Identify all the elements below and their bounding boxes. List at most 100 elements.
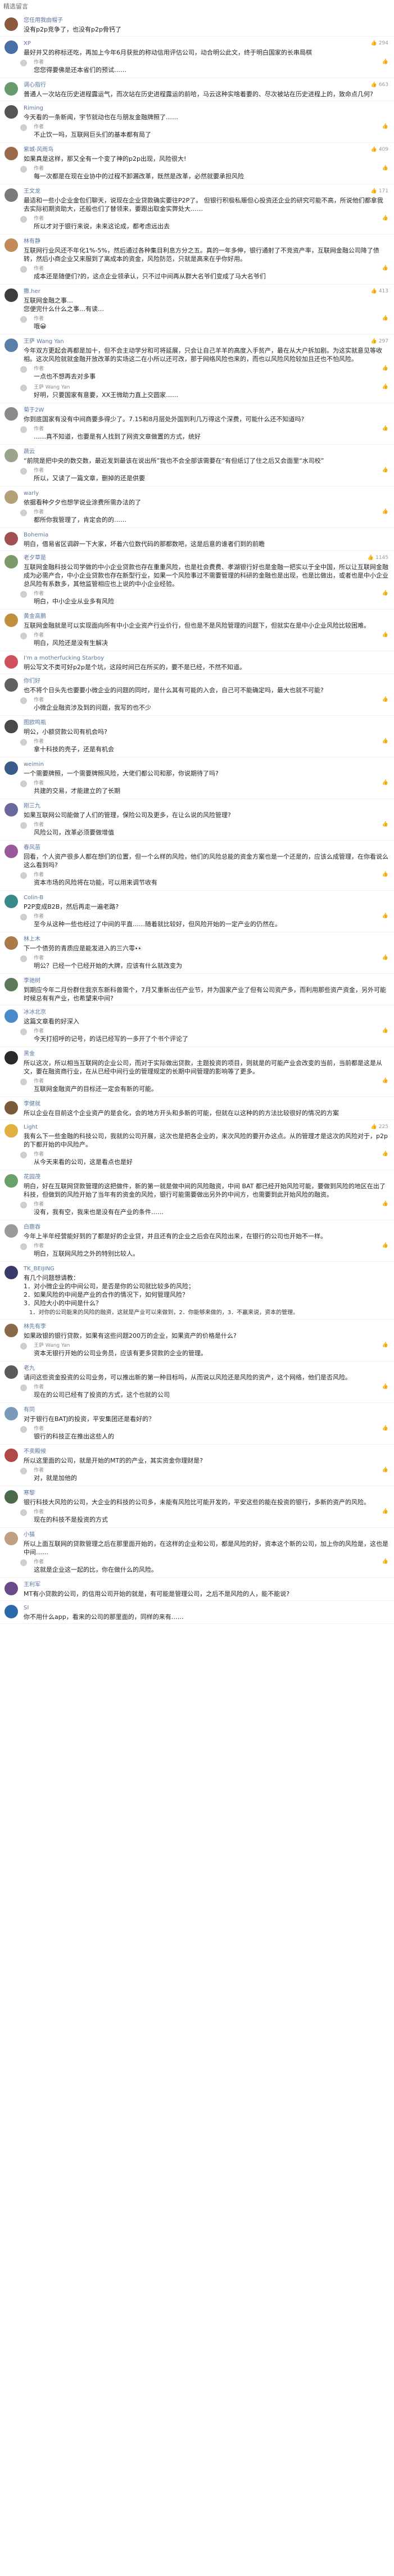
reply-author[interactable]: 作者 [34, 697, 388, 703]
avatar[interactable] [4, 1490, 18, 1504]
reply-author[interactable]: 作者 [34, 59, 388, 66]
avatar[interactable] [4, 188, 18, 202]
avatar[interactable] [4, 490, 18, 504]
reply-author[interactable]: 作者 [34, 1243, 388, 1249]
reply-like-icon[interactable]: 👍 [382, 872, 388, 877]
reply-author[interactable]: 作者 [34, 1201, 388, 1208]
avatar[interactable] [4, 407, 18, 421]
reply-like-icon[interactable]: 👍 [382, 1151, 388, 1157]
avatar[interactable] [4, 1009, 18, 1023]
avatar[interactable] [4, 655, 18, 669]
avatar[interactable] [4, 147, 18, 160]
reply-author[interactable]: 作者 [34, 1078, 388, 1085]
reply-like-icon[interactable]: 👍 [382, 426, 388, 431]
commenter-name[interactable]: 林上木 [24, 936, 388, 943]
reply-like-icon[interactable]: 👍 [382, 1509, 388, 1514]
reply-author[interactable]: 王萨 Wang Yan [34, 384, 388, 391]
reply-like-icon[interactable]: 👍 [382, 738, 388, 744]
reply-like-icon[interactable]: 👍 [382, 1559, 388, 1564]
reply-author[interactable]: 作者 [34, 632, 388, 639]
commenter-name[interactable]: 黑金 [24, 1050, 388, 1058]
avatar[interactable] [4, 720, 18, 733]
commenter-name[interactable]: Light [24, 1124, 388, 1131]
avatar[interactable] [4, 1605, 18, 1618]
reply-like-icon[interactable]: 👍 [382, 265, 388, 271]
reply-author[interactable]: 作者 [34, 872, 388, 878]
reply-like-icon[interactable]: 👍 [382, 1028, 388, 1034]
avatar[interactable] [4, 1324, 18, 1337]
reply-like-icon[interactable]: 👍 [382, 1384, 388, 1389]
commenter-name[interactable]: 老九 [24, 1365, 388, 1372]
commenter-name[interactable]: 李驰树 [24, 977, 388, 985]
reply-author[interactable]: 作者 [34, 1559, 388, 1566]
commenter-name[interactable]: 你们好 [24, 678, 388, 685]
commenter-name[interactable]: 刚三九 [24, 802, 388, 810]
avatar[interactable] [4, 82, 18, 96]
avatar[interactable] [4, 532, 18, 545]
commenter-name[interactable]: SI [24, 1604, 388, 1612]
commenter-name[interactable]: 图欧鸣瓶 [24, 719, 388, 727]
reply-author[interactable]: 作者 [34, 955, 388, 962]
commenter-name[interactable]: TK_BEIJING [24, 1265, 388, 1273]
reply-like-icon[interactable]: 👍 [382, 467, 388, 473]
avatar[interactable] [4, 678, 18, 692]
reply-like-icon[interactable]: 👍 [382, 632, 388, 638]
avatar[interactable] [4, 613, 18, 627]
avatar[interactable] [4, 1174, 18, 1188]
avatar[interactable] [4, 803, 18, 816]
avatar[interactable] [4, 1266, 18, 1279]
commenter-name[interactable]: 春风苗 [24, 844, 388, 851]
commenter-name[interactable]: 王萨 Wang Yan [24, 338, 388, 345]
reply-like-icon[interactable]: 👍 [382, 124, 388, 129]
avatar[interactable] [4, 1449, 18, 1462]
commenter-name[interactable]: 蔬云 [24, 448, 388, 455]
avatar[interactable] [4, 895, 18, 908]
commenter-name[interactable]: 调心指行 [24, 82, 388, 89]
avatar[interactable] [4, 1365, 18, 1379]
commenter-name[interactable]: 王文龙 [24, 188, 388, 195]
reply-like-icon[interactable]: 👍 [382, 697, 388, 702]
avatar[interactable] [4, 978, 18, 991]
reply-like-icon[interactable]: 👍 [382, 59, 388, 65]
avatar[interactable] [4, 936, 18, 950]
avatar[interactable] [4, 1101, 18, 1115]
reply-author[interactable]: 作者 [34, 215, 388, 222]
like-button[interactable]: 👍 413 [371, 288, 388, 295]
reply-like-icon[interactable]: 👍 [382, 165, 388, 171]
reply-like-icon[interactable]: 👍 [382, 366, 388, 371]
reply-like-icon[interactable]: 👍 [382, 215, 388, 221]
reply-author[interactable]: 作者 [34, 1425, 388, 1432]
like-button[interactable]: 👍 225 [371, 1124, 388, 1131]
commenter-name[interactable]: 李健就 [24, 1100, 388, 1108]
commenter-name[interactable]: warly [24, 490, 388, 497]
commenter-name[interactable]: 有同 [24, 1406, 388, 1414]
reply-author[interactable]: 作者 [34, 780, 388, 787]
like-button[interactable]: 👍 171 [371, 188, 388, 195]
avatar[interactable] [4, 1582, 18, 1595]
like-button[interactable]: 👍 1145 [368, 554, 388, 562]
avatar[interactable] [4, 1407, 18, 1420]
like-button[interactable]: 👍 409 [371, 146, 388, 154]
reply-like-icon[interactable]: 👍 [382, 315, 388, 321]
reply-like-icon[interactable]: 👍 [382, 955, 388, 960]
commenter-name[interactable]: Bohemia [24, 531, 388, 539]
commenter-name[interactable]: 林先有李 [24, 1323, 388, 1330]
avatar[interactable] [4, 1532, 18, 1545]
reply-author[interactable]: 作者 [34, 165, 388, 172]
reply-author[interactable]: 王萨 Wang Yan [34, 1342, 388, 1349]
avatar[interactable] [4, 1124, 18, 1138]
avatar[interactable] [4, 845, 18, 858]
reply-like-icon[interactable]: 👍 [382, 1243, 388, 1248]
commenter-name[interactable]: XP [24, 40, 388, 47]
reply-like-icon[interactable]: 👍 [382, 780, 388, 786]
reply-author[interactable]: 作者 [34, 1384, 388, 1391]
avatar[interactable] [4, 555, 18, 569]
avatar[interactable] [4, 1224, 18, 1238]
avatar[interactable] [4, 761, 18, 775]
avatar[interactable] [4, 17, 18, 31]
commenter-name[interactable]: 冰冰北京 [24, 1009, 388, 1016]
avatar[interactable] [4, 238, 18, 252]
reply-author[interactable]: 作者 [34, 315, 388, 322]
reply-like-icon[interactable]: 👍 [382, 1342, 388, 1348]
commenter-name[interactable]: Colin-B [24, 894, 388, 901]
